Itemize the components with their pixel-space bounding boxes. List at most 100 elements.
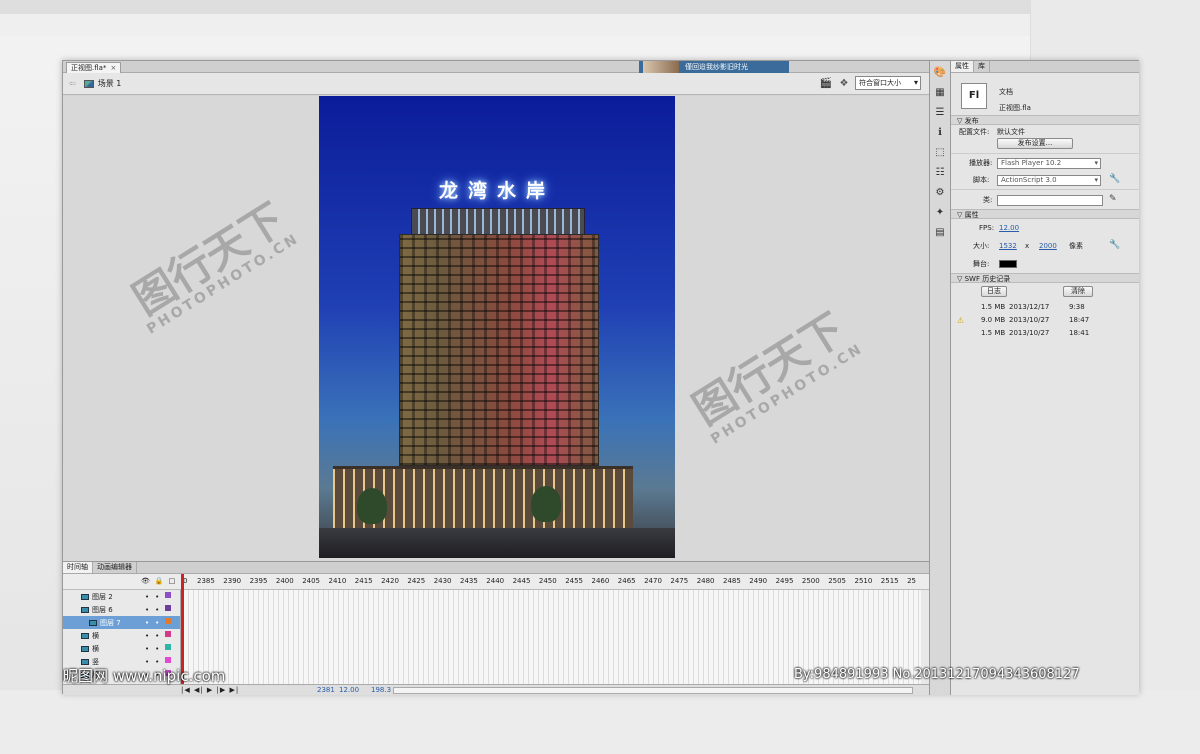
frame-ruler[interactable]: 0 2385 2390 2395 2400 2405 2410 2415 2420 2425 24… [183,574,921,590]
layer-name: 横 [92,644,99,653]
building-tower [399,234,599,466]
section-publish[interactable]: ▽ 发布 [951,115,1139,125]
layer-color-swatch[interactable] [165,656,172,663]
layer-row[interactable]: 图层 7 • • [63,616,180,629]
layer-toggles: • • [145,643,172,654]
visibility-dot-icon[interactable]: • [145,644,149,654]
profile-value: 默认文件 [997,128,1025,136]
lock-dot-icon[interactable]: • [155,605,159,615]
lock-dot-icon[interactable]: • [155,618,159,628]
playback-controls[interactable]: |◀ ◀| ▶ |▶ ▶| [181,685,239,695]
current-frame[interactable]: 2381 [317,685,335,695]
warning-icon: ⚠ [957,316,965,325]
history-row[interactable]: 1.5 MB 2013/10/27 18:41 [951,327,1139,340]
layer-color-swatch[interactable] [165,630,172,637]
visibility-dot-icon[interactable]: • [145,592,149,602]
elapsed-time: 198.3 [371,686,392,694]
library-icon[interactable]: ▤ [932,226,948,240]
timeline-scrollbar[interactable] [393,687,913,694]
layer-row[interactable]: 横 • • [63,629,180,642]
properties-panel: 属性 库 Fl 文档 正视图.fla ▽ 发布 配置文件: 默认文件 发布设置.… [951,61,1139,695]
stage-height[interactable]: 2000 [1039,239,1057,253]
stage-canvas[interactable]: 龙湾水岸 [319,96,675,558]
back-arrow-icon[interactable]: ⇦ [69,79,76,88]
swatches-icon[interactable]: ▦ [932,86,948,100]
components-icon[interactable]: ⚙ [932,186,948,200]
section-swf-history[interactable]: ▽ SWF 历史记录 [951,273,1139,283]
ruler-tick-label: 2420 [381,577,399,585]
visibility-dot-icon[interactable]: • [145,631,149,641]
profile-row: 配置文件: 默认文件 发布设置... [951,125,1139,153]
ruler-tick-label: 2485 [723,577,741,585]
history-time: 9:38 [1069,303,1085,311]
history-row[interactable]: ⚠ 9.0 MB 2013/10/27 18:47 [951,314,1139,327]
tab-properties[interactable]: 属性 [951,61,974,72]
section-properties-label: 属性 [964,211,979,219]
lock-dot-icon[interactable]: • [155,592,159,602]
history-buttons-row: 日志 清除 [951,283,1139,301]
color-palette-icon[interactable]: 🎨 [932,66,948,80]
ruler-tick-label: 2435 [460,577,478,585]
layer-color-swatch[interactable] [165,617,172,624]
layer-icon [81,645,89,652]
tab-timeline[interactable]: 时间轴 [63,562,93,573]
size-settings-icon[interactable]: 🔧 [1109,240,1120,250]
edit-symbol-icon[interactable]: ❖ [837,76,851,90]
lock-icon[interactable]: 🔒 [155,577,164,585]
layer-color-swatch[interactable] [165,643,172,650]
close-icon[interactable]: × [110,63,116,73]
ruler-tick-label: 2400 [275,577,294,585]
stage-width[interactable]: 1532 [999,239,1017,253]
align-icon[interactable]: ☰ [932,106,948,120]
ruler-tick-label: 2495 [775,577,794,585]
notification-banner[interactable]: 僅回迨我纱影旧时光 [639,61,789,73]
publish-settings-button[interactable]: 发布设置... [997,138,1073,149]
layer-icon [81,593,89,600]
script-dropdown[interactable]: ActionScript 3.0 [997,175,1101,186]
visibility-dot-icon[interactable]: • [145,605,149,615]
lock-dot-icon[interactable]: • [155,631,159,641]
stage-color-swatch[interactable] [999,260,1017,268]
document-tab[interactable]: 正视图.fla* × [66,62,122,73]
history-row[interactable]: 1.5 MB 2013/12/17 9:38 [951,301,1139,314]
layer-icon [81,606,89,613]
layer-name: 图层 2 [92,592,113,601]
ruler-tick-label: 2385 [197,577,215,585]
history-icon[interactable]: ☷ [932,166,948,180]
layer-color-swatch[interactable] [165,591,172,598]
class-input[interactable] [997,195,1103,206]
lock-dot-icon[interactable]: • [155,644,159,654]
layer-row[interactable]: 图层 6 • • [63,603,180,616]
layer-name: 横 [92,631,99,640]
edit-scene-icon[interactable]: 🎬 [819,76,833,90]
script-settings-icon[interactable]: 🔧 [1109,174,1120,184]
info-icon[interactable]: ℹ [932,126,948,140]
motion-presets-icon[interactable]: ✦ [932,206,948,220]
fps-value[interactable]: 12.00 [999,221,1019,235]
layer-toggles: • • [145,591,172,602]
ruler-tick-label: 2415 [354,577,373,585]
eye-icon[interactable]: 👁 [141,577,150,585]
scene-label[interactable]: 场景 1 [98,78,122,89]
edit-class-icon[interactable]: ✎ [1109,194,1117,204]
layer-icon [81,632,89,639]
frame-rate[interactable]: 12.00 [339,685,359,695]
layer-color-swatch[interactable] [165,604,172,611]
class-row: 类: ✎ [951,189,1139,209]
layer-row[interactable]: 图层 2 • • [63,590,180,603]
transform-icon[interactable]: ⬚ [932,146,948,160]
layer-toggles: • • [145,604,172,615]
log-button[interactable]: 日志 [981,286,1007,297]
clear-button[interactable]: 清除 [1063,286,1093,297]
tab-library[interactable]: 库 [974,61,990,72]
tab-motion-editor[interactable]: 动画编辑器 [93,562,137,573]
section-properties[interactable]: ▽ 属性 [951,209,1139,219]
notification-text: 僅回迨我纱影旧时光 [685,63,748,71]
zoom-dropdown[interactable]: 符合窗口大小 [855,76,921,90]
outline-icon[interactable]: □ [169,577,176,585]
size-separator: x [1025,242,1030,250]
visibility-dot-icon[interactable]: • [145,618,149,628]
player-dropdown[interactable]: Flash Player 10.2 [997,158,1101,169]
stage-area[interactable]: 龙湾水岸 图行天下 PHOTOPHOTO.CN 图行天下 PHOTOPHOTO.… [63,96,929,561]
layer-row[interactable]: 横 • • [63,642,180,655]
